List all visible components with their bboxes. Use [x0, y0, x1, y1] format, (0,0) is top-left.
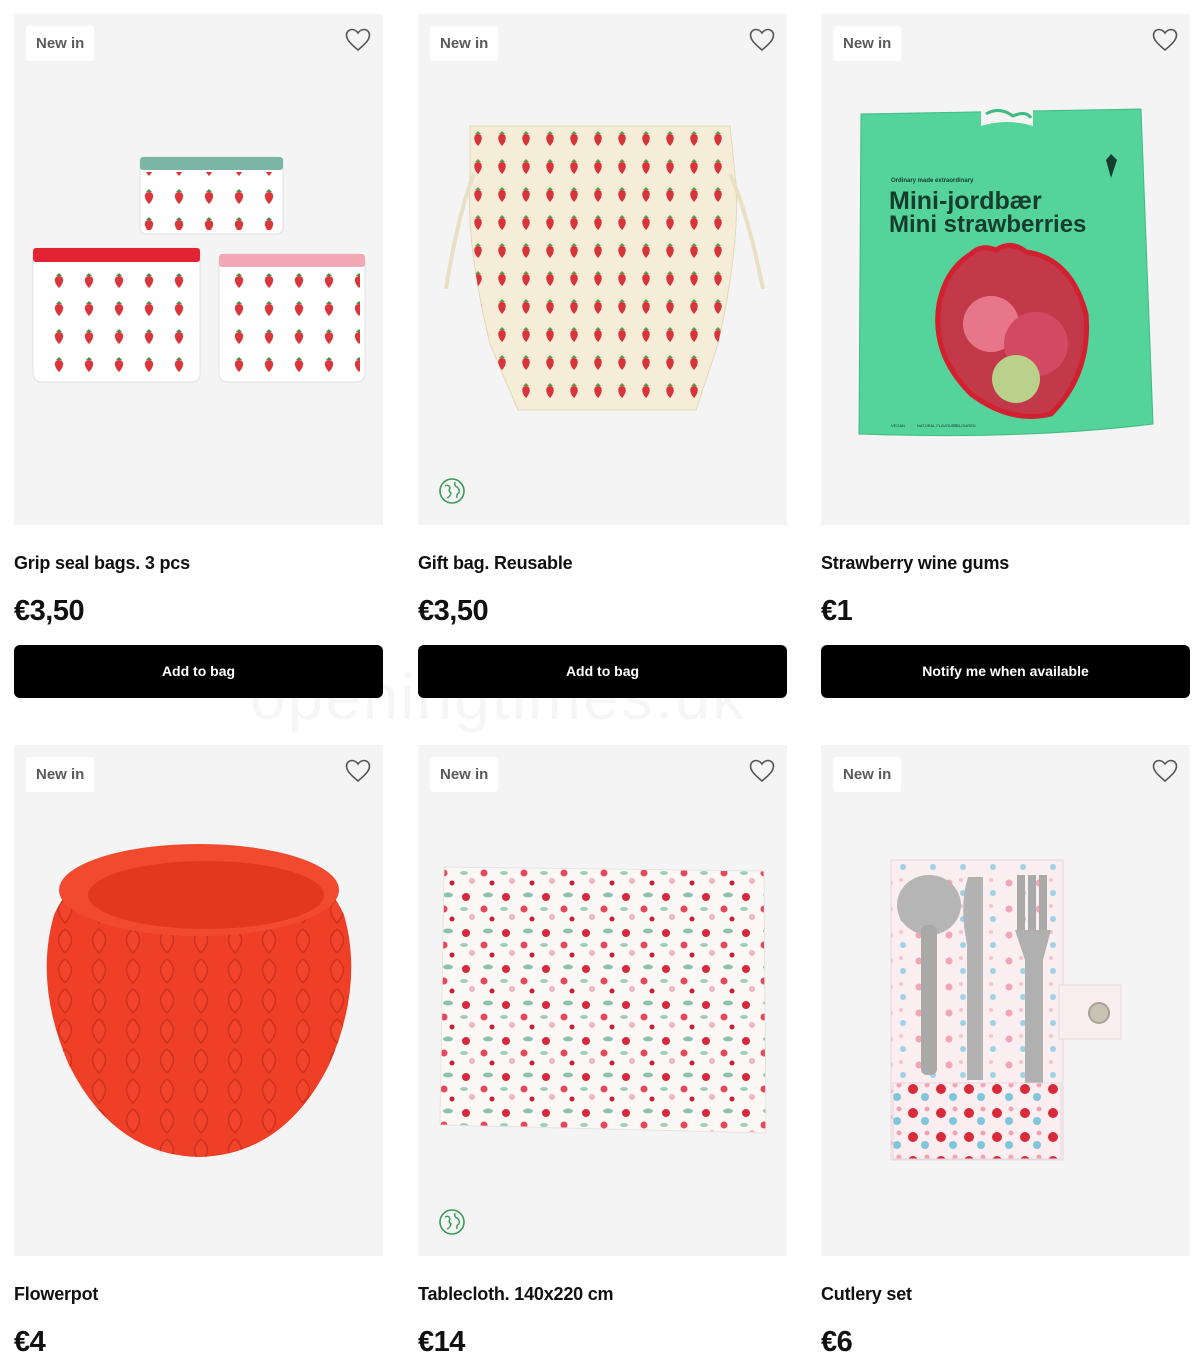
product-title[interactable]: Strawberry wine gums	[821, 553, 1009, 574]
product-price: €4	[14, 1326, 46, 1358]
product-price: €3,50	[418, 595, 489, 627]
product-price: €14	[418, 1326, 465, 1358]
product-image-tile[interactable]: Ordinary made extraordinary Mini-jordbær…	[821, 14, 1190, 525]
product-price: €6	[821, 1326, 853, 1358]
product-image-tile[interactable]: New in	[821, 745, 1190, 1256]
globe-eco-icon	[439, 1209, 465, 1235]
gift-bag-image	[444, 125, 765, 411]
flowerpot-image	[46, 844, 352, 1157]
new-in-badge: New in	[26, 757, 95, 792]
heart-outline-icon[interactable]	[345, 759, 371, 783]
heart-outline-icon[interactable]	[1152, 28, 1178, 52]
add-to-bag-button[interactable]: Add to bag	[418, 645, 787, 698]
product-title[interactable]: Grip seal bags. 3 pcs	[14, 553, 190, 574]
product-image-tile[interactable]: New in	[418, 14, 787, 525]
new-in-badge: New in	[833, 757, 902, 792]
heart-outline-icon[interactable]	[1152, 759, 1178, 783]
wine-gums-bag-image: Ordinary made extraordinary Mini-jordbær…	[858, 97, 1154, 437]
package-title-line2: Mini strawberries	[889, 211, 1086, 238]
product-title[interactable]: Tablecloth. 140x220 cm	[418, 1284, 614, 1305]
product-title[interactable]: Gift bag. Reusable	[418, 553, 573, 574]
product-title[interactable]: Flowerpot	[14, 1284, 98, 1305]
package-small-text: Ordinary made extraordinary	[891, 178, 974, 184]
package-icon-label: VEGAN	[891, 423, 905, 428]
cutlery-set-image	[890, 859, 1122, 1161]
product-image-tile[interactable]: New in	[418, 745, 787, 1256]
notify-me-button[interactable]: Notify me when available	[821, 645, 1190, 698]
globe-eco-icon	[439, 478, 465, 504]
product-title[interactable]: Cutlery set	[821, 1284, 912, 1305]
new-in-badge: New in	[430, 26, 499, 61]
heart-outline-icon[interactable]	[749, 28, 775, 52]
heart-outline-icon[interactable]	[345, 28, 371, 52]
grip-seal-bags-image	[32, 156, 366, 383]
product-price: €3,50	[14, 595, 85, 627]
new-in-badge: New in	[26, 26, 95, 61]
add-to-bag-button[interactable]: Add to bag	[14, 645, 383, 698]
package-icon-label: NATURAL FLAVOURS	[917, 423, 958, 428]
new-in-badge: New in	[833, 26, 902, 61]
product-image-tile[interactable]: New in	[14, 14, 383, 525]
product-price: €1	[821, 595, 853, 627]
new-in-badge: New in	[430, 757, 499, 792]
package-icon-label: COLOURED	[953, 423, 976, 428]
product-grid: New in Grip seal bags. 3 pcs €3,50 Add t…	[0, 0, 1200, 1367]
product-image-tile[interactable]: New in	[14, 745, 383, 1256]
tablecloth-image	[439, 866, 767, 1134]
heart-outline-icon[interactable]	[749, 759, 775, 783]
